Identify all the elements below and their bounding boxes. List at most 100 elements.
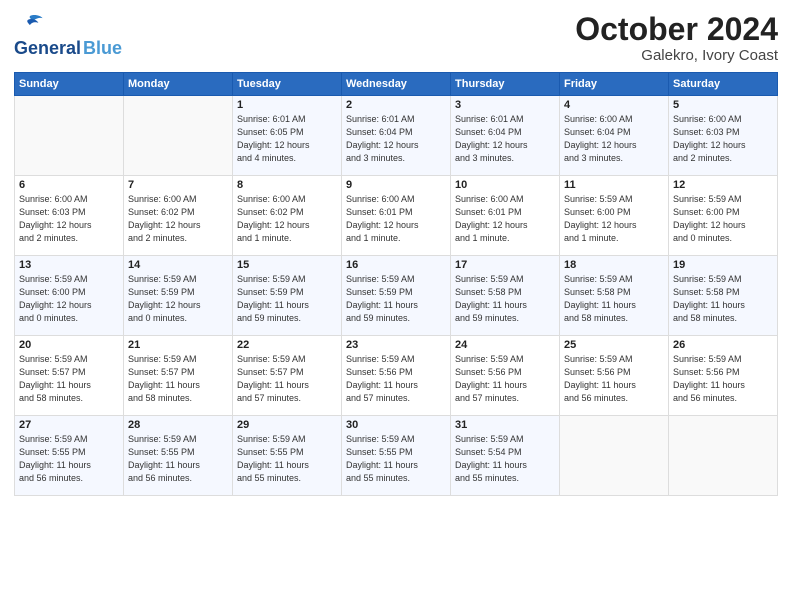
day-number: 6 [19,179,119,191]
logo: General Blue [14,12,122,59]
day-number: 8 [237,179,337,191]
day-info: Sunrise: 6:01 AM Sunset: 6:05 PM Dayligh… [237,113,337,165]
table-row: 27 Sunrise: 5:59 AM Sunset: 5:55 PM Dayli… [15,416,124,496]
day-info: Sunrise: 5:59 AM Sunset: 5:58 PM Dayligh… [455,273,555,325]
table-row: 30 Sunrise: 5:59 AM Sunset: 5:55 PM Dayli… [342,416,451,496]
table-row: 5 Sunrise: 6:00 AM Sunset: 6:03 PM Daylig… [669,96,778,176]
day-number: 30 [346,419,446,431]
day-info: Sunrise: 5:59 AM Sunset: 5:58 PM Dayligh… [673,273,773,325]
day-number: 9 [346,179,446,191]
header-sunday: Sunday [15,73,124,96]
calendar-header: Sunday Monday Tuesday Wednesday Thursday… [15,73,778,96]
header-tuesday: Tuesday [233,73,342,96]
day-number: 24 [455,339,555,351]
day-number: 5 [673,99,773,111]
day-number: 14 [128,259,228,271]
day-info: Sunrise: 5:59 AM Sunset: 5:59 PM Dayligh… [346,273,446,325]
table-row [124,96,233,176]
day-number: 3 [455,99,555,111]
day-number: 29 [237,419,337,431]
day-info: Sunrise: 6:00 AM Sunset: 6:03 PM Dayligh… [19,193,119,245]
header-thursday: Thursday [451,73,560,96]
logo-text-blue: Blue [83,39,122,59]
table-row: 19Sunrise: 5:59 AM Sunset: 5:58 PM Dayli… [669,256,778,336]
day-number: 4 [564,99,664,111]
day-info: Sunrise: 5:59 AM Sunset: 6:00 PM Dayligh… [19,273,119,325]
day-info: Sunrise: 5:59 AM Sunset: 5:56 PM Dayligh… [346,353,446,405]
day-info: Sunrise: 6:00 AM Sunset: 6:04 PM Dayligh… [564,113,664,165]
day-number: 2 [346,99,446,111]
day-info: Sunrise: 5:59 AM Sunset: 5:55 PM Dayligh… [19,433,119,485]
logo-icon [16,12,44,34]
table-row: 10Sunrise: 6:00 AM Sunset: 6:01 PM Dayli… [451,176,560,256]
day-number: 15 [237,259,337,271]
day-number: 31 [455,419,555,431]
day-number: 27 [19,419,119,431]
day-info: Sunrise: 5:59 AM Sunset: 5:55 PM Dayligh… [346,433,446,485]
day-number: 1 [237,99,337,111]
table-row: 21Sunrise: 5:59 AM Sunset: 5:57 PM Dayli… [124,336,233,416]
header: General Blue October 2024 Galekro, Ivory… [14,12,778,64]
day-number: 18 [564,259,664,271]
day-number: 12 [673,179,773,191]
day-info: Sunrise: 5:59 AM Sunset: 5:56 PM Dayligh… [673,353,773,405]
table-row: 24 Sunrise: 5:59 AM Sunset: 5:56 PM Dayli… [451,336,560,416]
table-row: 7Sunrise: 6:00 AM Sunset: 6:02 PM Daylig… [124,176,233,256]
day-info: Sunrise: 5:59 AM Sunset: 5:59 PM Dayligh… [128,273,228,325]
day-info: Sunrise: 6:00 AM Sunset: 6:03 PM Dayligh… [673,113,773,165]
table-row: 22 Sunrise: 5:59 AM Sunset: 5:57 PM Dayli… [233,336,342,416]
table-row: 2 Sunrise: 6:01 AM Sunset: 6:04 PM Daylig… [342,96,451,176]
day-info: Sunrise: 5:59 AM Sunset: 5:57 PM Dayligh… [19,353,119,405]
day-number: 25 [564,339,664,351]
day-number: 22 [237,339,337,351]
table-row: 25 Sunrise: 5:59 AM Sunset: 5:56 PM Dayli… [560,336,669,416]
table-row [560,416,669,496]
day-number: 28 [128,419,228,431]
table-row [15,96,124,176]
location-subtitle: Galekro, Ivory Coast [575,47,778,64]
day-info: Sunrise: 6:00 AM Sunset: 6:02 PM Dayligh… [237,193,337,245]
day-info: Sunrise: 6:01 AM Sunset: 6:04 PM Dayligh… [346,113,446,165]
day-info: Sunrise: 5:59 AM Sunset: 5:57 PM Dayligh… [237,353,337,405]
day-number: 11 [564,179,664,191]
day-info: Sunrise: 5:59 AM Sunset: 5:55 PM Dayligh… [237,433,337,485]
table-row: 12Sunrise: 5:59 AM Sunset: 6:00 PM Dayli… [669,176,778,256]
header-wednesday: Wednesday [342,73,451,96]
table-row: 31 Sunrise: 5:59 AM Sunset: 5:54 PM Dayli… [451,416,560,496]
header-friday: Friday [560,73,669,96]
day-number: 16 [346,259,446,271]
table-row: 16 Sunrise: 5:59 AM Sunset: 5:59 PM Dayli… [342,256,451,336]
day-number: 17 [455,259,555,271]
calendar-body: 1 Sunrise: 6:01 AM Sunset: 6:05 PM Daylig… [15,96,778,496]
calendar-page: General Blue October 2024 Galekro, Ivory… [0,0,792,612]
day-info: Sunrise: 6:00 AM Sunset: 6:01 PM Dayligh… [346,193,446,245]
day-info: Sunrise: 6:01 AM Sunset: 6:04 PM Dayligh… [455,113,555,165]
table-row: 11Sunrise: 5:59 AM Sunset: 6:00 PM Dayli… [560,176,669,256]
table-row: 6 Sunrise: 6:00 AM Sunset: 6:03 PM Daylig… [15,176,124,256]
month-title: October 2024 [575,12,778,47]
table-row: 23Sunrise: 5:59 AM Sunset: 5:56 PM Dayli… [342,336,451,416]
day-info: Sunrise: 5:59 AM Sunset: 5:56 PM Dayligh… [455,353,555,405]
table-row: 1 Sunrise: 6:01 AM Sunset: 6:05 PM Daylig… [233,96,342,176]
table-row: 18 Sunrise: 5:59 AM Sunset: 5:58 PM Dayli… [560,256,669,336]
title-block: October 2024 Galekro, Ivory Coast [575,12,778,64]
day-info: Sunrise: 6:00 AM Sunset: 6:01 PM Dayligh… [455,193,555,245]
logo-text-general: General [14,39,81,59]
table-row: 15 Sunrise: 5:59 AM Sunset: 5:59 PM Dayli… [233,256,342,336]
table-row: 9 Sunrise: 6:00 AM Sunset: 6:01 PM Daylig… [342,176,451,256]
table-row: 20 Sunrise: 5:59 AM Sunset: 5:57 PM Dayli… [15,336,124,416]
day-info: Sunrise: 5:59 AM Sunset: 5:56 PM Dayligh… [564,353,664,405]
day-number: 20 [19,339,119,351]
day-info: Sunrise: 5:59 AM Sunset: 5:58 PM Dayligh… [564,273,664,325]
table-row: 14 Sunrise: 5:59 AM Sunset: 5:59 PM Dayli… [124,256,233,336]
day-info: Sunrise: 5:59 AM Sunset: 5:57 PM Dayligh… [128,353,228,405]
table-row: 17 Sunrise: 5:59 AM Sunset: 5:58 PM Dayli… [451,256,560,336]
day-number: 13 [19,259,119,271]
day-info: Sunrise: 5:59 AM Sunset: 5:59 PM Dayligh… [237,273,337,325]
table-row: 3 Sunrise: 6:01 AM Sunset: 6:04 PM Daylig… [451,96,560,176]
day-number: 26 [673,339,773,351]
table-row: 26 Sunrise: 5:59 AM Sunset: 5:56 PM Dayli… [669,336,778,416]
header-saturday: Saturday [669,73,778,96]
calendar-table: Sunday Monday Tuesday Wednesday Thursday… [14,72,778,496]
day-info: Sunrise: 5:59 AM Sunset: 5:54 PM Dayligh… [455,433,555,485]
